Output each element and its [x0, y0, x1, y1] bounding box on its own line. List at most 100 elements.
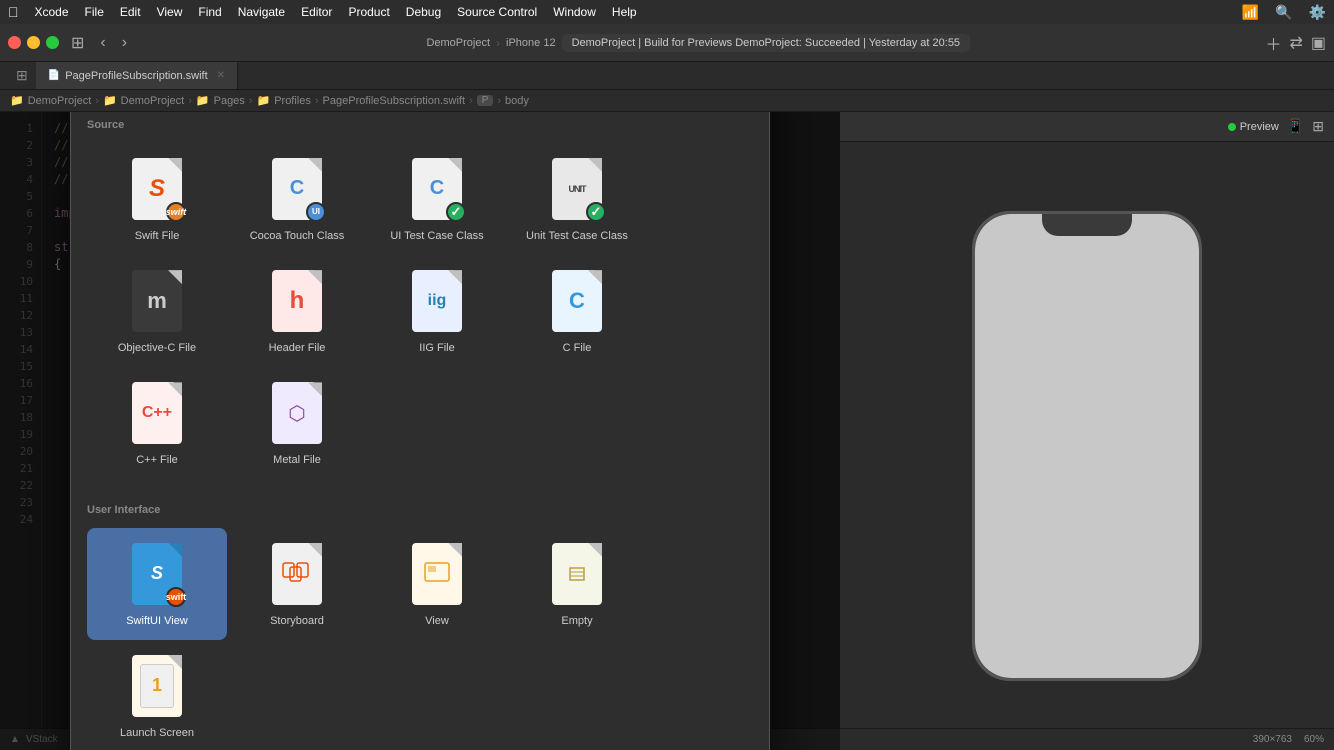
iig-icon: iig: [409, 267, 465, 335]
breadcrumb-project[interactable]: DemoProject: [28, 95, 92, 107]
template-c[interactable]: C C File: [507, 255, 647, 367]
breadcrumb-body[interactable]: body: [505, 95, 529, 107]
cocoa-letter: C: [290, 177, 304, 200]
c-letter: C: [569, 288, 585, 314]
menu-file[interactable]: File: [85, 5, 104, 19]
unit-test-letter: UNIT: [569, 184, 586, 194]
preview-text: Preview: [1240, 121, 1279, 133]
template-unit-test[interactable]: UNIT ✓ Unit Test Case Class: [507, 143, 647, 255]
preview-label: Preview: [1228, 121, 1279, 133]
menu-xcode[interactable]: Xcode: [35, 5, 69, 19]
launch-screen-label: Launch Screen: [120, 726, 194, 740]
breadcrumb-project-icon: 📁: [10, 94, 24, 107]
back-button[interactable]: ‹: [96, 34, 109, 52]
preview-device-icon[interactable]: 📱: [1287, 118, 1304, 135]
template-cocoa-touch[interactable]: C UI Cocoa Touch Class: [227, 143, 367, 255]
ui-test-badge: ✓: [446, 202, 466, 222]
preview-grid-icon[interactable]: ⊞: [1312, 118, 1324, 135]
swiftui-badge: swift: [166, 587, 186, 607]
breadcrumb-sep-2: ›: [188, 95, 192, 107]
ui-test-icon: C ✓: [409, 155, 465, 223]
menu-find[interactable]: Find: [198, 5, 221, 19]
swift-file-label: Swift File: [135, 229, 180, 243]
layout-icon[interactable]: ▣: [1311, 33, 1326, 53]
phone-frame: [972, 211, 1202, 681]
menu-product[interactable]: Product: [348, 5, 389, 19]
phone-screen: [975, 214, 1199, 678]
view-svg: [422, 560, 452, 588]
launch-number: 1: [152, 675, 162, 696]
template-empty[interactable]: Empty: [507, 528, 647, 640]
menu-editor[interactable]: Editor: [301, 5, 332, 19]
arrange-icon[interactable]: ⇄: [1289, 33, 1302, 53]
view-file-icon: [409, 540, 465, 608]
forward-button[interactable]: ›: [118, 34, 131, 52]
cpp-label: C++ File: [136, 453, 178, 467]
maximize-button[interactable]: [46, 36, 59, 49]
breadcrumb-pages-icon: 📁: [196, 94, 210, 107]
apple-menu[interactable]: : [8, 4, 19, 20]
menu-source-control[interactable]: Source Control: [457, 5, 537, 19]
template-launch-screen[interactable]: 1 Launch Screen: [87, 640, 227, 750]
breadcrumb-sep-6: ›: [497, 95, 501, 107]
template-view[interactable]: View: [367, 528, 507, 640]
tabbar: ⊞ 📄 PageProfileSubscription.swift ✕: [0, 62, 1334, 90]
breadcrumb-profiles[interactable]: Profiles: [274, 95, 311, 107]
storyboard-label: Storyboard: [270, 614, 324, 628]
cocoa-touch-label: Cocoa Touch Class: [250, 229, 345, 243]
template-swift-file[interactable]: S swift Swift File: [87, 143, 227, 255]
header-letter: h: [290, 287, 305, 315]
menu-edit[interactable]: Edit: [120, 5, 141, 19]
cocoa-badge: UI: [306, 202, 326, 222]
template-dialog: Choose a template for your new file: iOS…: [70, 112, 770, 750]
template-storyboard[interactable]: Storyboard: [227, 528, 367, 640]
preview-area: [840, 142, 1334, 750]
breadcrumb-profiles-icon: 📁: [256, 94, 270, 107]
template-swiftui-view[interactable]: S swift SwiftUI View: [87, 528, 227, 640]
tab-close-icon[interactable]: ✕: [217, 70, 225, 81]
breadcrumb-sep-5: ›: [469, 95, 473, 107]
navigator-icon[interactable]: ⊞: [8, 67, 36, 84]
swiftui-view-icon: S swift: [129, 540, 185, 608]
template-ui-test[interactable]: C ✓ UI Test Case Class: [367, 143, 507, 255]
main-layout: 12345 678910 1112131415 1617181920 21222…: [0, 112, 1334, 750]
code-editor: 12345 678910 1112131415 1617181920 21222…: [0, 112, 840, 750]
minimize-button[interactable]: [27, 36, 40, 49]
iig-label: IIG File: [419, 341, 454, 355]
breadcrumb-p[interactable]: P: [477, 95, 494, 106]
close-button[interactable]: [8, 36, 21, 49]
objc-icon: m: [129, 267, 185, 335]
ui-template-grid: S swift SwiftUI View: [71, 520, 769, 750]
template-objc[interactable]: m Objective-C File: [87, 255, 227, 367]
menu-help[interactable]: Help: [612, 5, 637, 19]
source-template-grid: S swift Swift File C UI: [71, 135, 769, 496]
template-metal[interactable]: ⬡ Metal File: [227, 367, 367, 479]
template-iig[interactable]: iig IIG File: [367, 255, 507, 367]
section-ui-header: User Interface: [71, 496, 769, 520]
menu-navigate[interactable]: Navigate: [238, 5, 285, 19]
breadcrumb-demoproject[interactable]: DemoProject: [121, 95, 185, 107]
unit-test-badge: ✓: [586, 202, 606, 222]
iig-letter: iig: [428, 292, 447, 310]
breadcrumb-sep-1: ›: [95, 95, 99, 107]
ui-test-label: UI Test Case Class: [390, 229, 483, 243]
add-icon[interactable]: ＋: [1265, 31, 1281, 55]
sidebar-toggle[interactable]: ⊞: [67, 33, 88, 53]
header-icon: h: [269, 267, 325, 335]
empty-svg: [562, 560, 592, 588]
menu-window[interactable]: Window: [553, 5, 596, 19]
file-tab[interactable]: 📄 PageProfileSubscription.swift ✕: [36, 62, 238, 89]
swiftui-letter: S: [151, 563, 163, 584]
breadcrumb-sep-3: ›: [249, 95, 253, 107]
objc-letter: m: [147, 288, 167, 314]
c-file-icon: C: [549, 267, 605, 335]
objc-label: Objective-C File: [118, 341, 196, 355]
cpp-file-icon: C++: [129, 379, 185, 447]
template-cpp[interactable]: C++ C++ File: [87, 367, 227, 479]
breadcrumb-file[interactable]: PageProfileSubscription.swift: [323, 95, 465, 107]
breadcrumb-pages[interactable]: Pages: [214, 95, 245, 107]
template-header[interactable]: h Header File: [227, 255, 367, 367]
menu-debug[interactable]: Debug: [406, 5, 441, 19]
menu-view[interactable]: View: [157, 5, 183, 19]
preview-toolbar: Preview 📱 ⊞: [840, 112, 1334, 142]
